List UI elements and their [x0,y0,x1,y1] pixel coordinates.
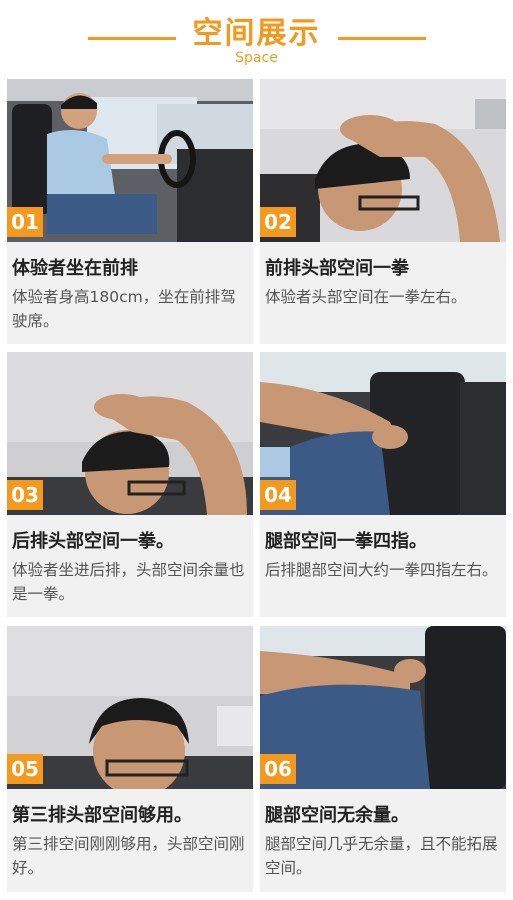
section-subtitle: Space [235,50,278,66]
panel-description: 第三排空间刚刚够用，头部空间刚好。 [12,835,245,877]
photo-rear-legroom [260,352,506,515]
panel-number-badge: 03 [7,480,43,510]
panel-caption: 第三排头部空间够用。 [12,805,192,826]
panel-description: 体验者坐进后排，头部空间余量也是一拳。 [12,561,245,603]
photo-third-row-headroom [7,626,253,789]
section-header: 空间展示 Space [0,0,513,72]
panel-caption: 前排头部空间一拳 [265,258,409,279]
panel-03: 03 后排头部空间一拳。 体验者坐进后排，头部空间余量也是一拳。 [7,352,253,617]
photo-third-row-legroom [260,626,506,789]
panel-number-badge: 05 [7,754,43,784]
section-title: 空间展示 [192,16,321,51]
panel-01: 01 体验者坐在前排 体验者身高180cm，坐在前排驾驶席。 [7,79,253,344]
panel-04: 04 腿部空间一拳四指。 后排腿部空间大约一拳四指左右。 [260,352,506,617]
panel-caption: 体验者坐在前排 [12,258,138,279]
panel-description: 后排腿部空间大约一拳四指左右。 [265,561,498,579]
panel-number-badge: 02 [260,207,296,237]
header-right-rule [338,37,426,40]
panel-caption: 后排头部空间一拳。 [12,531,174,552]
photo-rear-headroom [7,352,253,515]
panel-caption: 腿部空间一拳四指。 [265,531,427,552]
panel-number-badge: 01 [7,207,43,237]
panel-number-badge: 06 [260,754,296,784]
photo-driver-seated [7,79,253,242]
panel-description: 体验者头部空间在一拳左右。 [265,288,467,306]
panel-06: 06 腿部空间无余量。 腿部空间几乎无余量，且不能拓展空间。 [260,626,506,892]
panel-description: 腿部空间几乎无余量，且不能拓展空间。 [265,835,498,877]
panel-description: 体验者身高180cm，坐在前排驾驶席。 [12,288,236,330]
panel-caption: 腿部空间无余量。 [265,805,409,826]
panel-number-badge: 04 [260,480,296,510]
photo-front-headroom [260,79,506,242]
panel-02: 02 前排头部空间一拳 体验者头部空间在一拳左右。 [260,79,506,344]
panel-05: 05 第三排头部空间够用。 第三排空间刚刚够用，头部空间刚好。 [7,626,253,892]
